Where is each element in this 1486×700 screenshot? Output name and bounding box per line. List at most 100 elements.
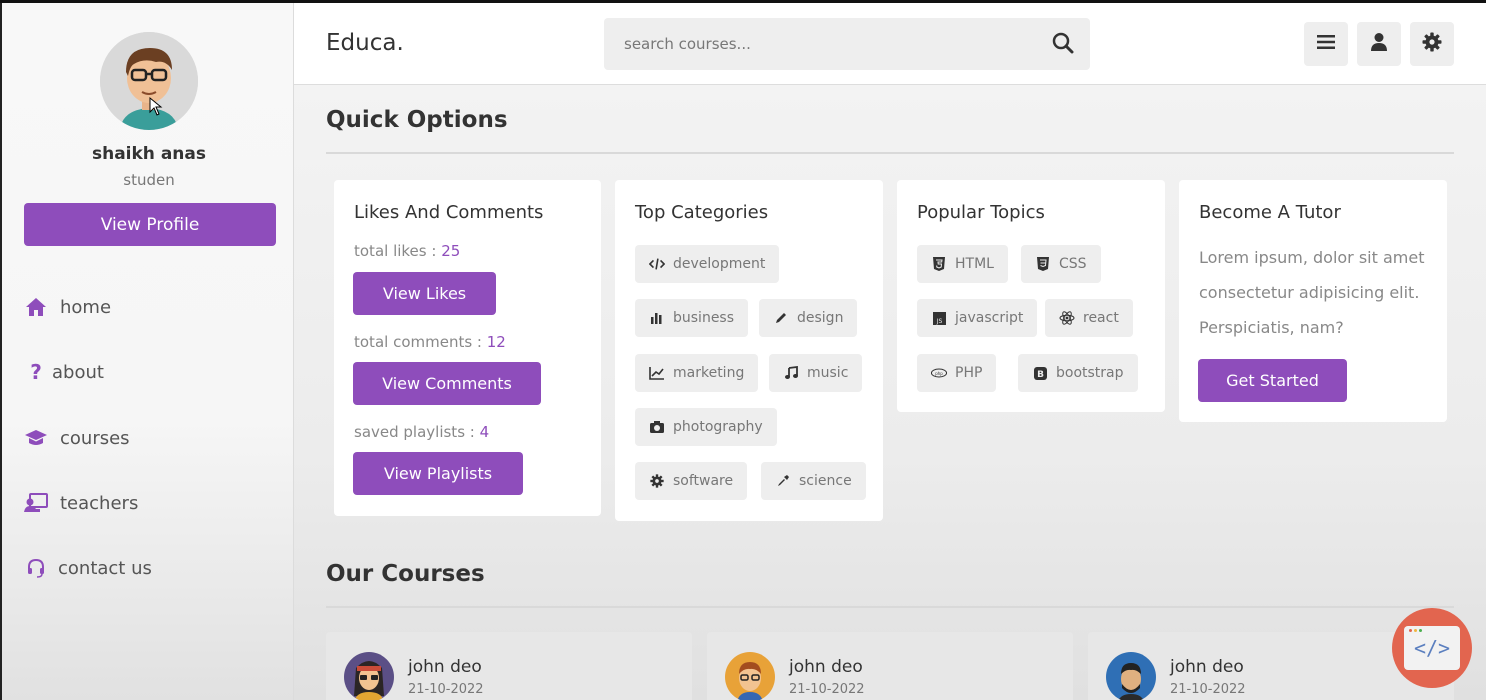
tutor-name: john deo (789, 657, 863, 677)
tutor-avatar (725, 652, 775, 700)
nav-item-courses[interactable]: courses (24, 426, 130, 450)
line-chart-icon (649, 365, 665, 381)
svg-text:php: php (935, 371, 943, 376)
section-divider (326, 606, 1454, 608)
category-tag-marketing[interactable]: marketing (635, 354, 759, 392)
nav-item-about[interactable]: ? about (24, 360, 104, 384)
tutor-name: john deo (408, 657, 482, 677)
category-tag-software[interactable]: software (635, 462, 748, 500)
card-title: Become A Tutor (1199, 202, 1341, 223)
react-icon (1059, 310, 1075, 326)
category-tag-music[interactable]: music (769, 354, 863, 392)
nav-item-teachers[interactable]: teachers (24, 491, 138, 515)
html5-icon (931, 256, 947, 272)
section-divider (326, 152, 1454, 154)
svg-text:B: B (1037, 370, 1044, 380)
code-icon: </> (1404, 626, 1460, 670)
top-categories-card: Top Categories development business desi… (615, 180, 883, 521)
topic-tag-php[interactable]: php PHP (917, 354, 997, 392)
get-started-button[interactable]: Get Started (1198, 359, 1347, 402)
view-likes-button[interactable]: View Likes (353, 272, 496, 315)
bar-chart-icon (649, 310, 665, 326)
bootstrap-icon: B (1032, 365, 1048, 381)
profile-name: shaikh anas (91, 144, 206, 164)
top-header: Educa. search courses... (294, 3, 1486, 85)
total-comments-stat: total comments : 12 (354, 333, 506, 351)
course-date: 21-10-2022 (789, 682, 865, 697)
profile-role: studen (123, 171, 175, 189)
nav-item-home[interactable]: home (24, 295, 111, 319)
nav-label-about: about (52, 361, 104, 383)
search-input[interactable]: search courses... (624, 35, 751, 53)
card-title: Top Categories (635, 202, 769, 223)
chalkboard-teacher-icon (24, 491, 48, 515)
playlists-count: 4 (479, 423, 490, 441)
search-bar[interactable]: search courses... (604, 18, 1090, 70)
sidebar: shaikh anas studen View Profile home ? a… (0, 0, 294, 700)
comments-count: 12 (486, 333, 506, 351)
view-profile-button[interactable]: View Profile (24, 203, 276, 246)
svg-text:JS: JS (935, 318, 942, 325)
category-tag-science[interactable]: science (761, 462, 866, 500)
menu-icon (1317, 34, 1335, 54)
tutor-avatar (344, 652, 394, 700)
question-icon: ? (30, 360, 42, 384)
headset-icon (24, 556, 48, 580)
topic-tag-html[interactable]: HTML (917, 245, 1008, 283)
course-card[interactable]: john deo 21-10-2022 (707, 632, 1073, 700)
user-button[interactable] (1357, 22, 1401, 66)
category-tag-business[interactable]: business (635, 299, 749, 337)
css3-icon (1035, 256, 1051, 272)
nav-label-teachers: teachers (60, 492, 139, 514)
tutor-avatar (1106, 652, 1156, 700)
our-courses-title: Our Courses (326, 561, 485, 587)
card-title: Likes And Comments (354, 202, 544, 223)
camera-icon (649, 419, 665, 435)
view-comments-button[interactable]: View Comments (353, 362, 541, 405)
topic-tag-react[interactable]: react (1045, 299, 1133, 337)
course-date: 21-10-2022 (1170, 682, 1246, 697)
code-badge[interactable]: </> (1392, 608, 1472, 688)
topic-tag-css[interactable]: CSS (1021, 245, 1101, 283)
course-date: 21-10-2022 (408, 682, 484, 697)
home-icon (24, 295, 48, 319)
settings-button[interactable] (1410, 22, 1454, 66)
popular-topics-card: Popular Topics HTML CSS JS javascript re… (897, 180, 1165, 412)
category-tag-photography[interactable]: photography (635, 408, 777, 446)
window-top-border (0, 0, 1486, 3)
topic-tag-javascript[interactable]: JS javascript (917, 299, 1038, 337)
category-tag-development[interactable]: development (635, 245, 780, 283)
gear-icon (1422, 32, 1442, 56)
saved-playlists-stat: saved playlists : 4 (354, 423, 490, 441)
nav-label-home: home (60, 296, 112, 318)
total-likes-stat: total likes : 25 (354, 242, 461, 260)
pen-icon (773, 310, 789, 326)
nav-item-contact[interactable]: contact us (24, 556, 152, 580)
menu-button[interactable] (1304, 22, 1348, 66)
profile-avatar[interactable] (100, 32, 198, 130)
topic-tag-bootstrap[interactable]: B bootstrap (1018, 354, 1138, 392)
user-icon (1370, 32, 1388, 56)
nav-label-courses: courses (60, 427, 130, 449)
app-logo[interactable]: Educa. (326, 30, 404, 56)
gear-icon (649, 473, 665, 489)
search-icon[interactable] (1052, 32, 1074, 58)
card-title: Popular Topics (917, 202, 1045, 223)
js-icon: JS (931, 310, 947, 326)
become-tutor-card: Become A Tutor Lorem ipsum, dolor sit am… (1179, 180, 1447, 422)
quick-options-title: Quick Options (326, 107, 508, 133)
tutor-name: john deo (1170, 657, 1244, 677)
main-content: Quick Options Likes And Comments total l… (294, 85, 1486, 700)
eyedropper-icon (775, 473, 791, 489)
category-tag-design[interactable]: design (759, 299, 858, 337)
code-icon (649, 256, 665, 272)
graduation-cap-icon (24, 426, 48, 450)
php-icon: php (931, 365, 947, 381)
music-icon (783, 365, 799, 381)
course-card[interactable]: john deo 21-10-2022 (326, 632, 692, 700)
tutor-description: Lorem ipsum, dolor sit amet consectetur … (1199, 248, 1425, 337)
likes-count: 25 (441, 242, 461, 260)
nav-label-contact: contact us (58, 557, 152, 579)
likes-comments-card: Likes And Comments total likes : 25 View… (334, 180, 601, 516)
view-playlists-button[interactable]: View Playlists (353, 452, 523, 495)
